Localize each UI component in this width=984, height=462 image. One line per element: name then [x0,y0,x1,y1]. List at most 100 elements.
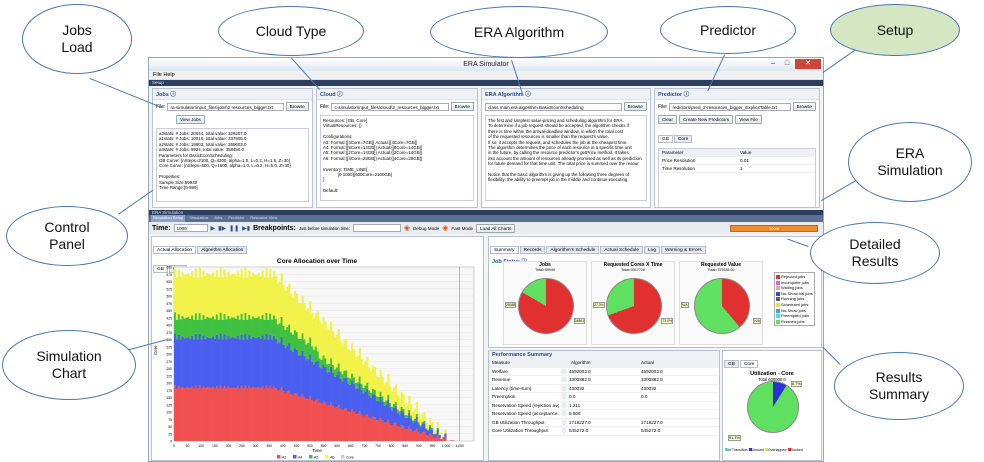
skip-end-icon[interactable]: ▶▮ [242,225,250,232]
help-icon[interactable]: ⓘ [525,92,531,98]
subtab-simulation-setup[interactable]: Simulation Setup [151,215,186,222]
allocation-bar-segment [383,401,386,406]
view-file-button[interactable]: View File [735,115,762,124]
tab-summary[interactable]: Summary [490,246,519,254]
allocation-bar-segment [288,390,291,441]
allocation-bar-segment [286,345,289,392]
x-tick-label: 150 [212,444,218,448]
tab-actual-schedule[interactable]: Actual Schedule [600,246,643,254]
allocation-bar-segment [177,386,181,441]
allocation-bar-segment [358,347,361,377]
allocation-bar-segment [431,429,434,435]
fast-toggle-icon[interactable]: ◉ [442,224,448,232]
allocation-bar-segment [427,429,430,431]
allocation-bar-segment [360,414,363,441]
allocation-bar-segment [415,428,419,441]
allocation-bar-segment [191,271,194,316]
allocation-bar-segment [438,434,441,436]
allocation-bar-segment [242,319,245,340]
allocation-bar-segment [364,360,367,386]
debug-toggle-icon[interactable]: ◉ [404,224,410,232]
era-class-input[interactable]: class main.era.algorithm.BasicEconSchedu… [485,102,622,111]
info-icon[interactable]: ⓘ [559,368,569,376]
info-icon[interactable]: ⓘ [559,402,569,410]
allocation-bar-segment [181,386,184,441]
predictor-file-input[interactable]: redictors\pred_2-resources_bigger_Explic… [669,102,791,111]
allocation-bar-segment [223,313,226,335]
clear-button[interactable]: Clear [658,115,677,124]
job-status-pie [694,278,750,334]
allocation-bar-segment [404,429,407,441]
help-icon[interactable]: ⓘ [337,92,343,98]
allocation-bar-segment [301,350,304,395]
play-icon[interactable]: ▶ [211,225,216,232]
info-icon[interactable]: ⓘ [559,427,569,435]
tab-warnings[interactable]: Warning & Errors [661,246,706,254]
table-cell[interactable]: 1 [737,165,815,172]
subtab-resource-view[interactable]: Resource View [248,215,279,222]
load-all-charts-button[interactable]: Load All Charts [476,223,516,233]
menu-bar[interactable]: File Help [149,71,823,80]
allocation-bar-segment [255,337,259,388]
cloud-browse-button[interactable]: Browse [450,102,474,111]
allocation-bar-segment [261,335,264,387]
predictor-browse-button[interactable]: Browse [792,102,816,111]
allocation-bar-segment [246,319,249,340]
allocation-bar-segment [267,388,270,441]
job-status-pie [518,278,574,334]
y-tick-label: 325 [166,345,172,349]
allocation-bar-segment [383,422,386,441]
allocation-bar-segment [366,382,369,389]
allocation-bar-segment [221,319,224,340]
pie-label: N/A [681,302,689,308]
allocation-bar-segment [383,405,386,423]
pause-icon[interactable]: ❚❚ [229,225,239,232]
allocation-bar-segment [440,438,443,440]
allocation-bar-segment [299,396,302,441]
subtab-simulation[interactable]: Simulation [187,215,210,222]
callout-pointer [822,49,856,73]
help-icon[interactable]: ⓘ [170,92,176,98]
y-tick-label: 275 [166,360,172,364]
allocation-bar-segment [204,276,207,320]
allocation-bar-segment [375,420,379,441]
cloud-file-input[interactable]: c-simulator\input_files\cloud\2_resource… [331,102,449,111]
time-input[interactable]: 1000 [173,224,208,232]
minimize-icon[interactable]: – [767,59,779,69]
close-icon[interactable]: ✕ [795,59,821,69]
tab-algorithm-allocation[interactable]: Algorithm Allocation [197,246,248,254]
tab-records[interactable]: Records [519,246,546,254]
jobs-file-input[interactable]: ra-simulator\input_files\jobs\2 resource… [167,102,284,111]
allocation-bar-segment [212,272,215,317]
era-browse-button[interactable]: Browse [623,102,647,111]
tab-algorithm-schedule[interactable]: Algorithm's Schedule [546,246,600,254]
tab-util-gb[interactable]: GB [724,360,739,368]
tab-log[interactable]: Log [644,246,661,254]
view-jobs-button[interactable]: View Jobs [176,115,205,124]
info-icon[interactable]: ⓘ [559,419,569,427]
info-icon[interactable]: ⓘ [559,393,569,401]
allocation-bar-segment [360,384,363,391]
allocation-bar-segment [332,405,335,441]
tab-gb[interactable]: GB [658,135,673,143]
subtab-predictor[interactable]: Predictor [226,215,246,222]
step-icon[interactable]: ▮▶ [218,225,226,232]
info-icon[interactable]: ⓘ [559,385,569,393]
allocation-bar-segment [189,388,192,441]
allocation-bar-segment [442,435,445,438]
jobs-browse-button[interactable]: Browse [285,102,309,111]
subtab-jobs[interactable]: Jobs [212,215,224,222]
maximize-icon[interactable]: □ [781,59,793,69]
help-icon[interactable]: ⓘ [684,92,690,98]
info-icon[interactable]: ⓘ [559,410,569,418]
breakpoint-input[interactable] [352,224,401,232]
tab-actual-allocation[interactable]: Actual Allocation [153,246,197,254]
allocation-bar-segment [322,401,325,441]
allocation-bar-segment [200,277,203,320]
allocation-bar-segment [215,386,219,441]
create-predictors-button[interactable]: Create New Predictors [678,115,734,124]
tab-util-core[interactable]: Core [739,360,759,368]
info-icon[interactable]: ⓘ [559,376,569,384]
tab-core[interactable]: Core [673,135,693,143]
table-cell[interactable]: 0.01 [737,157,815,164]
